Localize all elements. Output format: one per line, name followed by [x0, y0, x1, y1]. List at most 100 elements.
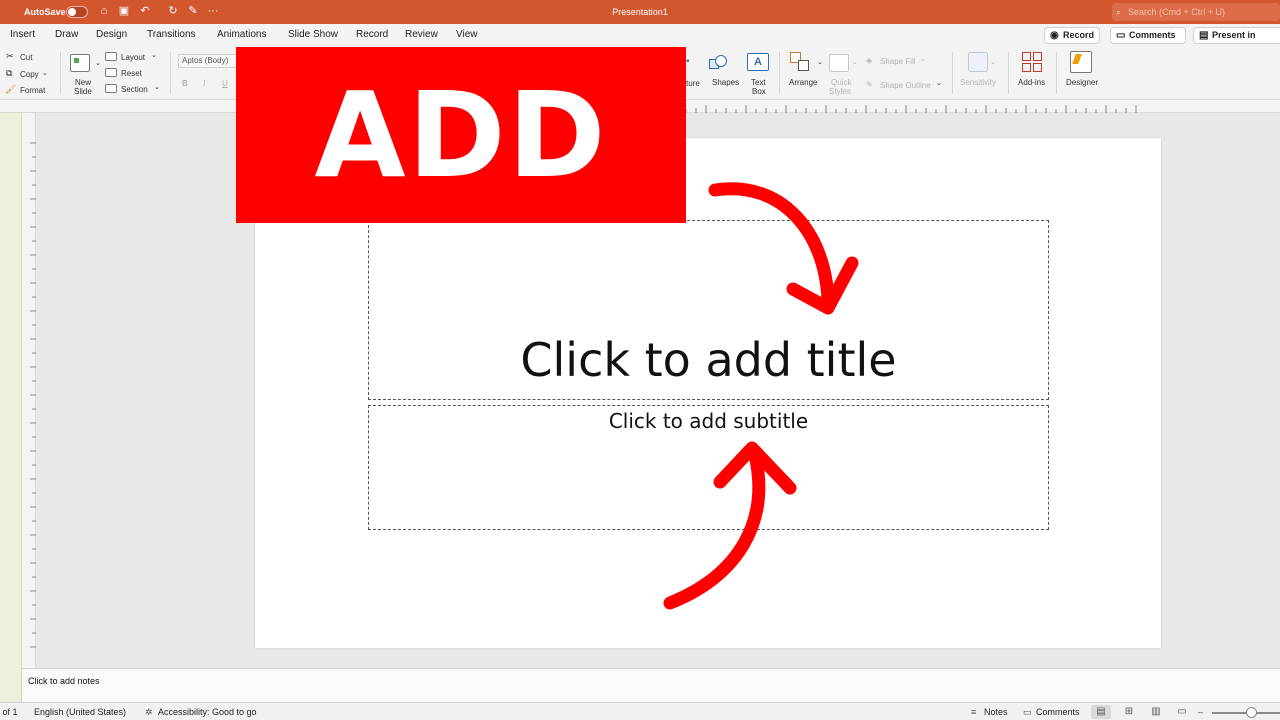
slide-counter: l of 1 — [0, 707, 18, 717]
underline-button[interactable]: U — [222, 79, 228, 88]
tab-design[interactable]: Design — [96, 29, 127, 40]
new-slide-label-1: New — [75, 78, 92, 87]
chevron-down-icon[interactable]: ⌄ — [154, 83, 160, 91]
comments-toggle[interactable]: Comments — [1036, 707, 1080, 717]
shapes-icon[interactable] — [709, 55, 731, 73]
shape-outline-button[interactable]: Shape Outline — [880, 81, 931, 90]
divider — [1056, 52, 1057, 94]
accessibility-status[interactable]: Accessibility: Good to go — [158, 707, 257, 717]
quick-styles-label-1: Quick — [831, 78, 852, 87]
comment-icon: ▭ — [1116, 30, 1126, 41]
chevron-down-icon[interactable]: ⌄ — [95, 59, 101, 67]
reading-view-button[interactable]: ▥ — [1146, 705, 1166, 719]
designer-label: Designer — [1066, 78, 1099, 87]
present-icon: ▤ — [1199, 30, 1209, 41]
text-box-icon[interactable]: A — [747, 53, 769, 71]
subtitle-placeholder[interactable]: Click to add subtitle — [368, 405, 1049, 530]
comments-button-label: Comments — [1129, 30, 1176, 40]
notes-pane[interactable]: Click to add notes — [22, 668, 1280, 702]
copy-button[interactable]: Copy — [20, 70, 39, 79]
chevron-down-icon[interactable]: ⌄ — [936, 79, 942, 87]
zoom-out-button[interactable]: – — [1198, 707, 1203, 717]
tab-record[interactable]: Record — [356, 29, 388, 40]
section-button[interactable]: Section — [121, 85, 148, 94]
comments-button[interactable]: ▭ Comments — [1110, 27, 1186, 44]
subtitle-placeholder-text: Click to add subtitle — [608, 409, 809, 433]
add-ins-icon[interactable] — [1022, 52, 1042, 72]
record-button[interactable]: ◉ Record — [1044, 27, 1100, 44]
shapes-label: Shapes — [712, 78, 740, 87]
layout-icon — [105, 52, 117, 61]
text-box-label-2: Box — [752, 87, 766, 96]
chevron-down-icon[interactable]: ⌄ — [42, 69, 48, 77]
chevron-down-icon[interactable]: ⌄ — [990, 58, 996, 66]
chevron-down-icon[interactable]: ⌄ — [817, 58, 823, 66]
section-icon — [105, 84, 117, 93]
copy-icon: ⧉ — [6, 68, 13, 78]
language-indicator[interactable]: English (United States) — [34, 707, 126, 717]
title-placeholder[interactable]: Click to add title — [368, 220, 1049, 400]
tab-view[interactable]: View — [456, 29, 478, 40]
chevron-down-icon[interactable]: ⌄ — [920, 55, 926, 63]
search-placeholder: Search (Cmd + Ctrl + U) — [1128, 7, 1226, 17]
record-icon: ◉ — [1050, 30, 1059, 41]
chevron-down-icon[interactable]: ⌄ — [151, 51, 157, 59]
slide-thumbnail-pane[interactable] — [0, 100, 22, 702]
divider — [779, 52, 780, 94]
layout-button[interactable]: Layout — [121, 53, 145, 62]
reset-button[interactable]: Reset — [121, 69, 142, 78]
quick-styles-label-2: Styles — [829, 87, 851, 96]
ribbon-tabs: Insert Draw Design Transitions Animation… — [0, 24, 1280, 55]
pen-icon: ✎ — [866, 80, 873, 89]
search-input[interactable]: ⌕ Search (Cmd + Ctrl + U) — [1112, 3, 1280, 21]
shape-fill-button[interactable]: Shape Fill — [880, 57, 916, 66]
italic-button[interactable]: I — [203, 79, 205, 88]
vertical-ruler — [22, 113, 36, 668]
add-banner: ADD — [236, 47, 686, 223]
tab-draw[interactable]: Draw — [55, 29, 78, 40]
reset-icon — [105, 68, 117, 77]
font-name-value: Aptos (Body) — [182, 56, 229, 65]
accessibility-icon: ✲ — [145, 707, 153, 717]
format-painter-icon: 🖌 — [5, 84, 17, 94]
record-button-label: Record — [1063, 30, 1095, 40]
sensitivity-icon[interactable] — [968, 52, 988, 72]
ruler-ticks — [30, 142, 36, 648]
tab-transitions[interactable]: Transitions — [147, 29, 196, 40]
normal-view-button[interactable]: ▤ — [1091, 705, 1111, 719]
bold-button[interactable]: B — [182, 79, 188, 88]
chevron-down-icon[interactable]: ⌄ — [852, 58, 858, 66]
text-box-label-1: Text — [751, 78, 766, 87]
designer-icon[interactable] — [1070, 51, 1092, 73]
search-icon: ⌕ — [1116, 7, 1122, 17]
sensitivity-label: Sensitivity — [960, 78, 997, 87]
notes-icon: ≡ — [971, 707, 977, 717]
font-name-select[interactable]: Aptos (Body) — [178, 54, 238, 68]
title-placeholder-text: Click to add title — [520, 333, 897, 387]
arrange-label: Arrange — [789, 78, 818, 87]
quick-styles-icon[interactable] — [829, 54, 849, 72]
arrange-icon[interactable] — [790, 52, 814, 74]
slide-show-button[interactable]: ▭ — [1172, 705, 1192, 719]
divider — [60, 52, 61, 94]
tab-slide-show[interactable]: Slide Show — [288, 29, 338, 40]
tab-review[interactable]: Review — [405, 29, 438, 40]
zoom-slider-thumb[interactable] — [1246, 707, 1257, 718]
document-title: Presentation1 — [612, 7, 668, 17]
divider — [1008, 52, 1009, 94]
cut-button[interactable]: Cut — [20, 53, 32, 62]
format-painter-button[interactable]: Format — [20, 86, 45, 95]
picture-label-partial: ture — [686, 79, 700, 88]
slide-sorter-button[interactable]: ⊞ — [1119, 705, 1139, 719]
notes-toggle[interactable]: Notes — [984, 707, 1008, 717]
divider — [170, 52, 171, 94]
tab-insert[interactable]: Insert — [10, 29, 35, 40]
banner-text: ADD — [314, 66, 608, 204]
status-bar: l of 1 English (United States) ✲ Accessi… — [0, 702, 1280, 720]
comment-icon: ▭ — [1023, 707, 1032, 717]
present-button[interactable]: ▤ Present in Tear — [1193, 27, 1280, 55]
picture-icon[interactable]: ▪ — [686, 56, 690, 67]
new-slide-icon[interactable] — [70, 54, 90, 72]
tab-animations[interactable]: Animations — [217, 29, 266, 40]
paint-bucket-icon: ◈ — [866, 56, 873, 65]
